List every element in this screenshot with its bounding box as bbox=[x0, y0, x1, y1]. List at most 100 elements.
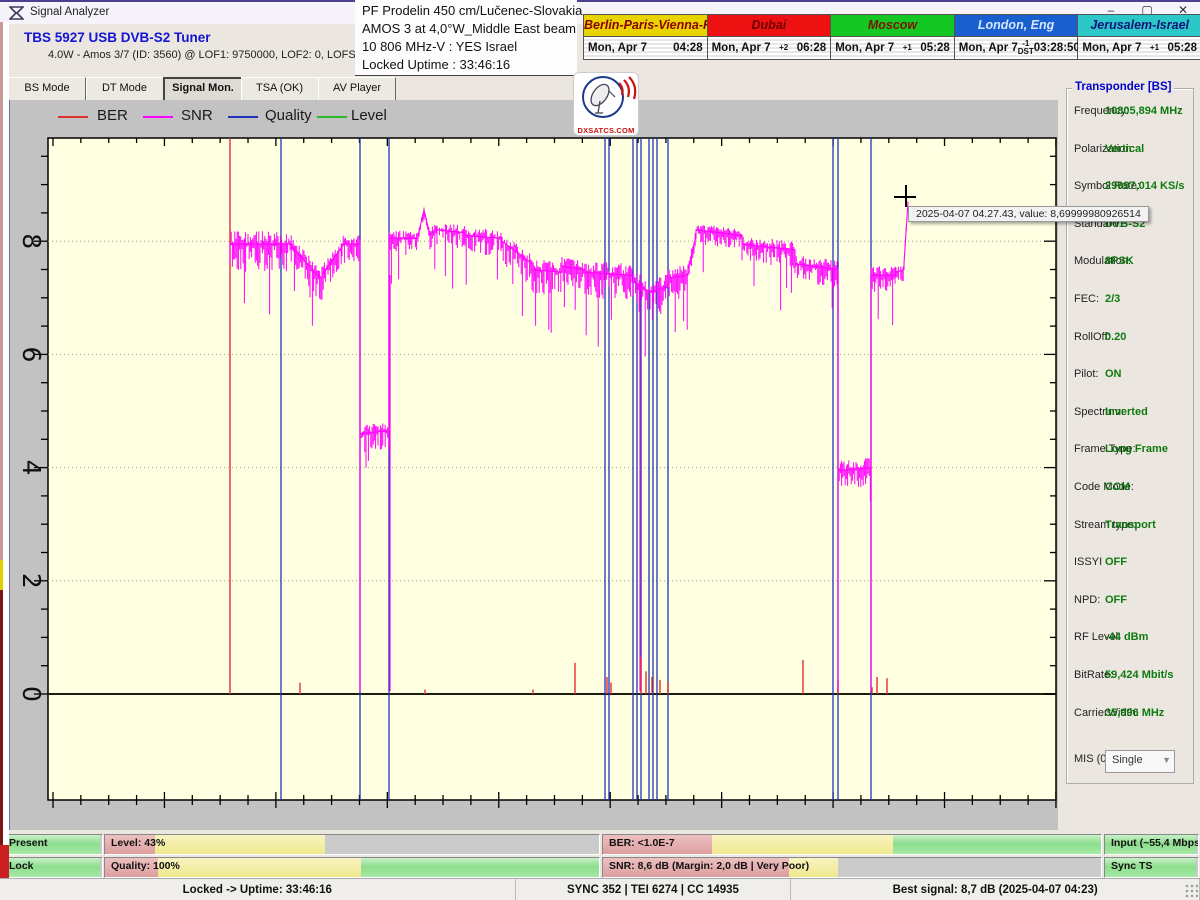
bar-label: Lock bbox=[9, 860, 34, 872]
statusbar-segment-1: SYNC 352 | TEI 6274 | CC 14935 bbox=[516, 879, 792, 900]
tp-value-15: 59,424 Mbit/s bbox=[1105, 669, 1173, 681]
tp-value-6: 0.20 bbox=[1105, 331, 1126, 343]
tab-av-player[interactable]: AV Player bbox=[318, 77, 396, 101]
app-icon bbox=[9, 6, 24, 20]
legend-label-snr: SNR bbox=[181, 107, 213, 124]
tp-value-5: 2/3 bbox=[1105, 293, 1120, 305]
clock-time: Mon, Apr 7-1DST03:28:50 bbox=[955, 37, 1078, 59]
legend-label-ber: BER bbox=[97, 107, 128, 124]
signal-chart[interactable]: 02468 bbox=[20, 130, 1064, 822]
tp-label-13: NPD: bbox=[1074, 594, 1100, 606]
value-tooltip: 2025-04-07 04.27.43, value: 8,6999998092… bbox=[908, 206, 1149, 222]
tab-tsa-ok-[interactable]: TSA (OK) bbox=[241, 77, 319, 101]
clock-time: Mon, Apr 7+206:28 bbox=[708, 37, 831, 59]
clock-city-label: Jerusalem-Israel bbox=[1078, 15, 1200, 37]
tuner-subtitle: 4.0W - Amos 3/7 (ID: 3560) @ LOF1: 97500… bbox=[48, 49, 378, 61]
dxsatcs-logo: DXSATCS.COM bbox=[573, 72, 639, 136]
clock-time: Mon, Apr 7+105:28 bbox=[1078, 37, 1200, 59]
bar-label: Input (~55,4 Mbps) bbox=[1111, 837, 1199, 849]
site-info-line: PF Prodelin 450 cm/Lučenec-Slovakia bbox=[362, 3, 582, 18]
tp-value-10: CCM bbox=[1105, 481, 1130, 493]
legend-swatch-quality bbox=[228, 116, 258, 118]
site-info-line: 10 806 MHz-V : YES Israel bbox=[362, 39, 517, 54]
legend-swatch-level bbox=[317, 116, 347, 118]
site-info-line: AMOS 3 at 4,0°W_Middle East beam bbox=[362, 21, 576, 36]
tab-bs-mode[interactable]: BS Mode bbox=[8, 77, 86, 101]
indicator-level: Level: 43% bbox=[104, 834, 600, 855]
bar-segment-green bbox=[361, 858, 599, 877]
indicator-ber: BER: <1.0E-7 bbox=[602, 834, 1102, 855]
clock-moscow: MoscowMon, Apr 7+105:28 bbox=[831, 15, 955, 59]
bar-label: SNR: 8,6 dB (Margin: 2,0 dB | Very Poor) bbox=[609, 860, 809, 872]
tp-label-5: FEC: bbox=[1074, 293, 1099, 305]
tp-value-13: OFF bbox=[1105, 594, 1127, 606]
bar-label: Present bbox=[9, 837, 48, 849]
tp-value-7: ON bbox=[1105, 368, 1122, 380]
logo-text: DXSATCS.COM bbox=[574, 126, 638, 135]
bar-label: Sync TS bbox=[1111, 860, 1152, 872]
clock-london-eng: London, EngMon, Apr 7-1DST03:28:50 bbox=[955, 15, 1079, 59]
clock-time: Mon, Apr 7 04:28 bbox=[584, 37, 707, 59]
tp-value-14: -44 dBm bbox=[1105, 631, 1148, 643]
indicator-lock: Lock bbox=[2, 857, 103, 878]
tp-value-8: Inverted bbox=[1105, 406, 1148, 418]
window-title: Signal Analyzer bbox=[30, 6, 109, 18]
bar-segment-yellow bbox=[158, 858, 361, 877]
satellite-dish-icon bbox=[575, 73, 637, 121]
legend-label-level: Level bbox=[351, 107, 387, 124]
world-clocks: Berlin-Paris-Vienna-RomaMon, Apr 7 04:28… bbox=[583, 14, 1200, 60]
clock-jerusalem-israel: Jerusalem-IsraelMon, Apr 7+105:28 bbox=[1078, 15, 1200, 59]
site-info-block: PF Prodelin 450 cm/Lučenec-SlovakiaAMOS … bbox=[355, 0, 577, 76]
bar-segment-yellow bbox=[712, 835, 893, 854]
chevron-down-icon: ▼ bbox=[1162, 751, 1171, 770]
y-axis-label-6: 6 bbox=[20, 346, 46, 362]
y-axis-label-0: 0 bbox=[20, 686, 46, 702]
indicator-sync-ts: Sync TS bbox=[1104, 857, 1199, 878]
clock-city-label: Moscow bbox=[831, 15, 954, 37]
bar-label: BER: <1.0E-7 bbox=[609, 837, 675, 849]
tp-value-11: Transport bbox=[1105, 519, 1156, 531]
tp-label-7: Pilot: bbox=[1074, 368, 1098, 380]
clock-city-label: London, Eng bbox=[955, 15, 1078, 37]
mis-selected-value: Single bbox=[1112, 754, 1143, 766]
indicator-input-55-4-mbps-: Input (~55,4 Mbps) bbox=[1104, 834, 1199, 855]
clock-berlin-paris-vienna-roma: Berlin-Paris-Vienna-RomaMon, Apr 7 04:28 bbox=[584, 15, 708, 59]
tp-value-9: Long Frame bbox=[1105, 443, 1168, 455]
bar-segment-gray bbox=[838, 858, 1101, 877]
transponder-title: Transponder [BS] bbox=[1072, 81, 1174, 93]
clock-city-label: Berlin-Paris-Vienna-Roma bbox=[584, 15, 707, 37]
bar-segment-gray bbox=[325, 835, 599, 854]
status-bar: Locked -> Uptime: 33:46:16SYNC 352 | TEI… bbox=[0, 878, 1200, 900]
tp-value-1: Vertical bbox=[1105, 143, 1144, 155]
tab-dt-mode[interactable]: DT Mode bbox=[86, 77, 164, 101]
mis-dropdown[interactable]: Single ▼ bbox=[1105, 750, 1175, 773]
tuner-title: TBS 5927 USB DVB-S2 Tuner bbox=[24, 30, 211, 45]
statusbar-segment-0: Locked -> Uptime: 33:46:16 bbox=[0, 879, 516, 900]
edge-line-purple bbox=[9, 100, 10, 830]
tp-value-12: OFF bbox=[1105, 556, 1127, 568]
tp-value-4: 8PSK bbox=[1105, 255, 1134, 267]
edge-strip-red bbox=[0, 845, 9, 878]
statusbar-segment-2: Best signal: 8,7 dB (2025-04-07 04:23) bbox=[791, 879, 1200, 900]
clock-city-label: Dubai bbox=[708, 15, 831, 37]
tp-value-2: 29997,014 KS/s bbox=[1105, 180, 1185, 192]
indicator-present: Present bbox=[2, 834, 103, 855]
tp-label-12: ISSYI bbox=[1074, 556, 1102, 568]
bar-segment-yellow bbox=[155, 835, 325, 854]
indicator-snr: SNR: 8,6 dB (Margin: 2,0 dB | Very Poor) bbox=[602, 857, 1102, 878]
bar-label: Level: 43% bbox=[111, 837, 165, 849]
legend-label-quality: Quality bbox=[265, 107, 312, 124]
y-axis-label-4: 4 bbox=[20, 460, 46, 476]
y-axis-label-2: 2 bbox=[20, 573, 46, 589]
resize-grip[interactable] bbox=[1185, 884, 1198, 897]
bar-label: Quality: 100% bbox=[111, 860, 180, 872]
signal-analyzer-window: Signal Analyzer – ▢ ✕ TBS 5927 USB DVB-S… bbox=[0, 0, 1200, 900]
crosshair-cursor-v bbox=[905, 185, 907, 207]
site-info-line: Locked Uptime : 33:46:16 bbox=[362, 57, 510, 72]
legend-swatch-snr bbox=[143, 116, 173, 118]
tp-value-16: 35,996 MHz bbox=[1105, 707, 1164, 719]
tp-value-0: 10805,894 MHz bbox=[1105, 105, 1183, 117]
bar-segment-green bbox=[893, 835, 1101, 854]
indicator-quality: Quality: 100% bbox=[104, 857, 600, 878]
legend-swatch-ber bbox=[58, 116, 88, 118]
